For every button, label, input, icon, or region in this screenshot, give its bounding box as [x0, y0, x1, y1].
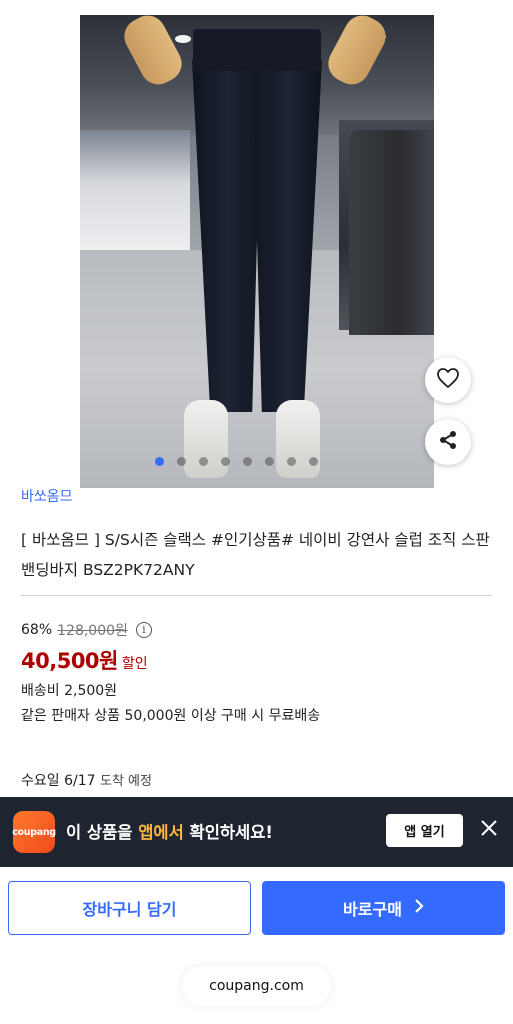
buy-now-label: 바로구매: [343, 900, 402, 919]
share-icon: [437, 429, 459, 455]
chevron-right-icon: [414, 898, 424, 918]
carousel-dot[interactable]: [243, 457, 252, 466]
price-row: 40,500원 할인: [21, 645, 148, 675]
photo-light: [175, 35, 191, 43]
carousel-dot[interactable]: [309, 457, 318, 466]
add-to-cart-button[interactable]: 장바구니 담기: [8, 881, 251, 935]
banner-text-after: 확인하세요!: [183, 823, 273, 842]
buy-now-button[interactable]: 바로구매: [262, 881, 505, 935]
shipping-fee: 배송비 2,500원: [21, 683, 118, 699]
original-price: 128,000원: [57, 623, 128, 639]
banner-highlight: 앱에서: [138, 823, 184, 842]
discount-row: 68% 128,000원 i: [21, 620, 152, 640]
carousel-dot[interactable]: [199, 457, 208, 466]
close-icon: [480, 819, 498, 841]
wishlist-button[interactable]: [425, 357, 471, 403]
carousel-dot[interactable]: [177, 457, 186, 466]
carousel-dot[interactable]: [221, 457, 230, 466]
product-title: [ 바쏘옴므 ] S/S시즌 슬랙스 #인기상품# 네이비 강연사 슬럽 조직 …: [21, 531, 490, 579]
carousel-dot[interactable]: [287, 457, 296, 466]
trouser-waistband: [193, 29, 321, 71]
sneaker: [184, 400, 228, 478]
banner-message: 이 상품을 앱에서 확인하세요!: [66, 819, 273, 843]
divider: [21, 595, 492, 596]
carousel-dot[interactable]: [155, 457, 164, 466]
product-image-carousel[interactable]: [0, 0, 513, 490]
product-photo[interactable]: [80, 15, 434, 488]
open-app-button[interactable]: 앱 열기: [386, 814, 463, 847]
heart-icon: [436, 367, 460, 393]
footer-domain[interactable]: coupang.com: [182, 966, 331, 1006]
sale-price: 40,500원: [21, 649, 118, 673]
share-button[interactable]: [425, 419, 471, 465]
banner-close-button[interactable]: [476, 817, 502, 843]
carousel-dot[interactable]: [265, 457, 274, 466]
photo-clothing-rack: [80, 130, 190, 250]
brand-link[interactable]: 바쏘옴므: [21, 486, 73, 506]
discount-rate: 68%: [21, 622, 53, 638]
arrival-estimate: 수요일 6/17 도착 예정: [21, 770, 152, 790]
banner-text-before: 이 상품을: [66, 823, 139, 842]
free-shipping-condition: 같은 판매자 상품 50,000원 이상 구매 시 무료배송: [21, 708, 321, 724]
sneaker: [276, 400, 320, 478]
info-icon[interactable]: i: [135, 622, 152, 638]
coupang-app-icon: coupang: [12, 811, 56, 853]
arrival-suffix: 도착 예정: [99, 774, 152, 789]
sale-label: 할인: [121, 656, 148, 672]
carousel-indicator: [155, 457, 318, 466]
app-install-banner: coupang 이 상품을 앱에서 확인하세요! 앱 열기: [0, 797, 513, 867]
photo-jacket: [349, 130, 434, 335]
arrival-day: 수요일 6/17: [21, 773, 96, 789]
